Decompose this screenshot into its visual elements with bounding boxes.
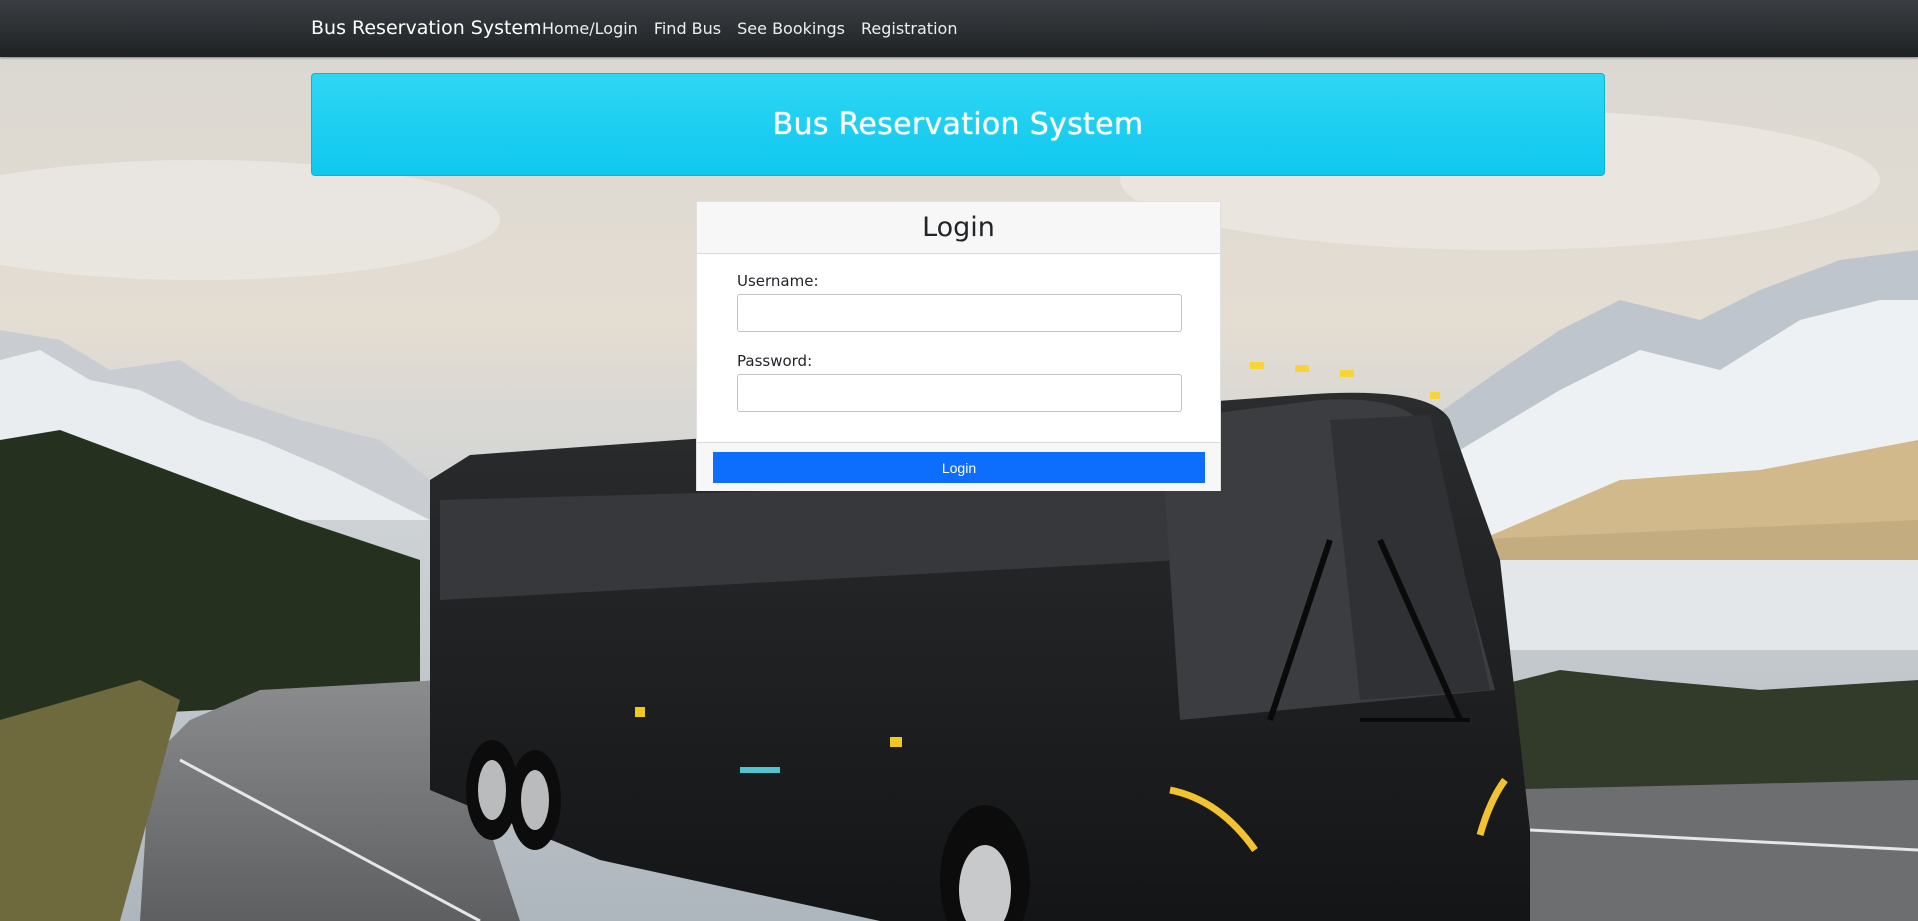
login-button[interactable]: Login [713, 452, 1205, 483]
nav-link-find-bus[interactable]: Find Bus [654, 19, 721, 38]
password-input[interactable] [737, 374, 1182, 412]
nav-link-home-login[interactable]: Home/Login [542, 19, 638, 38]
password-label: Password: [737, 352, 813, 370]
login-title: Login [922, 212, 995, 243]
login-card: Login Username: Password: Login [696, 201, 1221, 491]
nav-links: Home/Login Find Bus See Bookings Registr… [542, 19, 957, 38]
hero-banner: Bus Reservation System [311, 73, 1605, 176]
nav-link-registration[interactable]: Registration [861, 19, 957, 38]
nav-link-see-bookings[interactable]: See Bookings [737, 19, 845, 38]
username-label: Username: [737, 272, 819, 290]
login-form: Username: Password: [697, 254, 1220, 444]
username-input[interactable] [737, 294, 1182, 332]
login-card-footer: Login [697, 442, 1220, 491]
login-card-header: Login [697, 202, 1220, 254]
top-navbar: Bus Reservation System Home/Login Find B… [0, 0, 1918, 57]
navbar-brand[interactable]: Bus Reservation System [311, 17, 542, 39]
banner-title: Bus Reservation System [772, 107, 1144, 142]
